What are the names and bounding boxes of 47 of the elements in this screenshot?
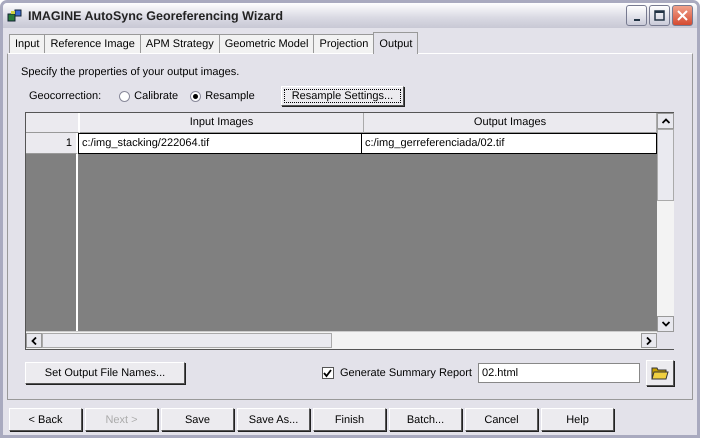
footer-button[interactable]: Help <box>541 408 614 431</box>
footer-button[interactable]: Save <box>161 408 234 431</box>
folder-icon <box>651 365 669 381</box>
maximize-button[interactable] <box>649 5 670 26</box>
chevron-up-icon <box>662 118 670 124</box>
close-button[interactable] <box>672 5 693 26</box>
app-icon <box>7 8 23 24</box>
maximize-icon <box>654 10 665 21</box>
radio-option[interactable]: Calibrate <box>119 90 178 102</box>
row-number: 1 <box>26 133 78 154</box>
set-output-file-names-button[interactable]: Set Output File Names... <box>25 362 185 384</box>
tab[interactable]: Input <box>9 34 46 53</box>
tab[interactable]: Reference Image <box>44 34 141 53</box>
footer-button[interactable]: Save As... <box>237 408 310 431</box>
footer-button[interactable]: < Back <box>9 408 82 431</box>
checkbox[interactable] <box>322 367 334 379</box>
checkmark-icon <box>323 368 332 378</box>
scroll-up-button[interactable] <box>657 113 674 129</box>
summary-report-checkbox[interactable]: Generate Summary Report <box>322 367 472 379</box>
window-title: IMAGINE AutoSync Georeferencing Wizard <box>28 8 284 22</box>
tab[interactable]: Geometric Model <box>218 34 314 53</box>
browse-folder-button[interactable] <box>646 360 674 386</box>
instruction-text: Specify the properties of your output images. <box>21 66 240 78</box>
radio-option[interactable]: Resample <box>190 90 255 102</box>
resample-settings-button[interactable]: Resample Settings... <box>280 86 404 106</box>
minimize-icon <box>634 18 640 20</box>
close-icon <box>677 10 688 21</box>
table-cell: c:/img_stacking/222064.tif <box>78 133 362 154</box>
footer-button[interactable]: Finish <box>313 408 386 431</box>
horizontal-scrollbar[interactable] <box>26 331 657 349</box>
footer-button[interactable]: Cancel <box>465 408 538 431</box>
tab[interactable]: APM Strategy <box>140 34 220 53</box>
report-file-field[interactable]: 02.html <box>478 363 640 383</box>
geocorrection-label: Geocorrection: <box>29 90 102 102</box>
tab[interactable]: Output <box>373 32 418 54</box>
footer-button[interactable]: Batch... <box>389 408 462 431</box>
minimize-button[interactable] <box>626 5 647 26</box>
chevron-right-icon <box>646 336 652 344</box>
scrollbar-corner <box>657 332 674 349</box>
scroll-down-button[interactable] <box>657 316 674 332</box>
table-cell: c:/img_gerreferenciada/02.tif <box>362 133 657 154</box>
chevron-down-icon <box>662 321 670 327</box>
scroll-right-button[interactable] <box>641 333 657 348</box>
chevron-left-icon <box>31 336 37 344</box>
tab[interactable]: Projection <box>313 34 374 53</box>
vertical-scrollbar[interactable] <box>657 113 674 349</box>
scroll-left-button[interactable] <box>26 333 42 348</box>
